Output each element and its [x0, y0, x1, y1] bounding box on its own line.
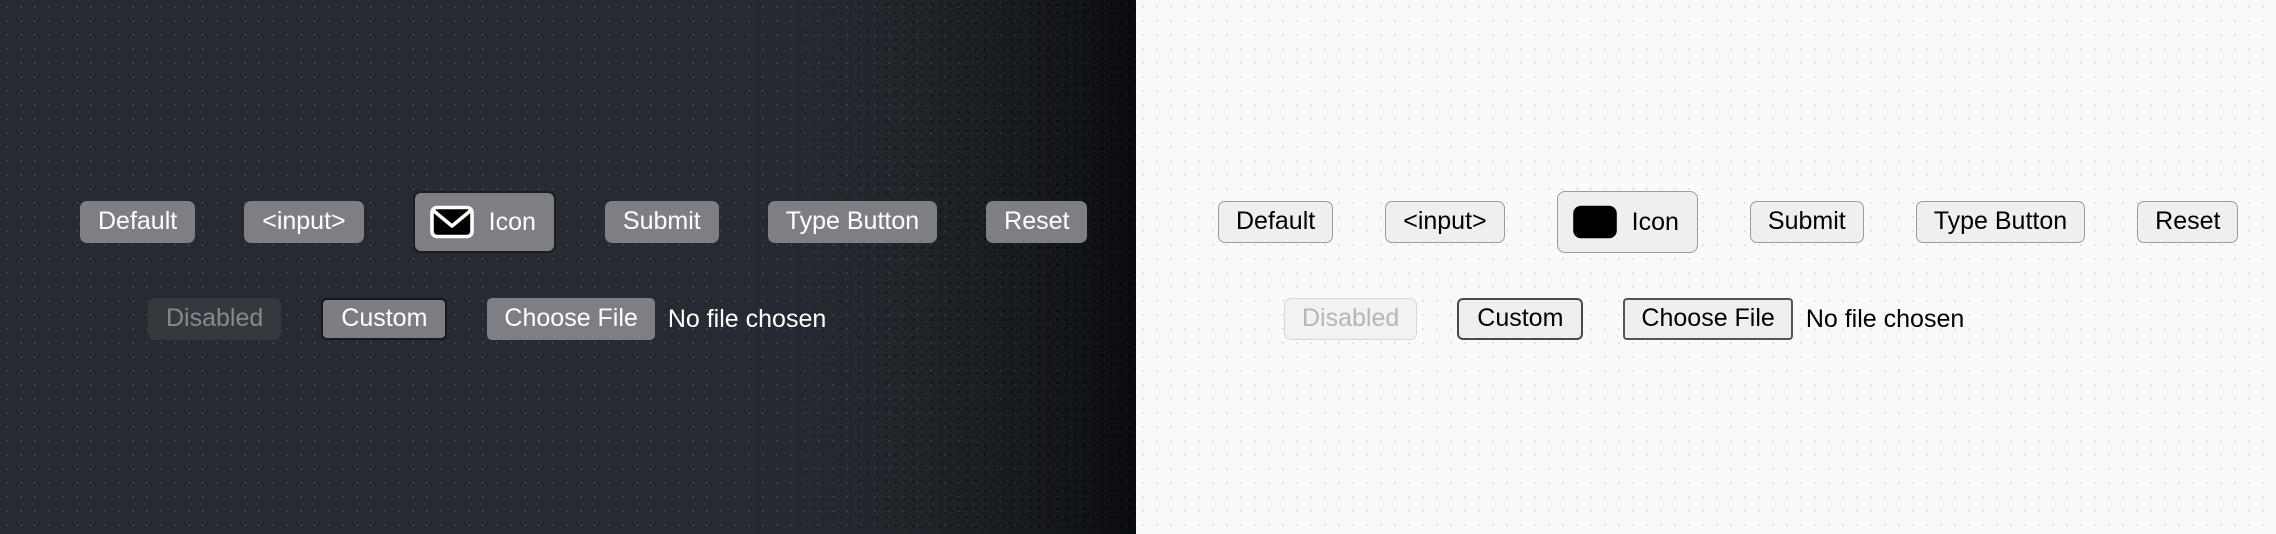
- dark-default-button[interactable]: Default: [80, 201, 196, 243]
- light-choose-file-button[interactable]: Choose File: [1623, 298, 1793, 340]
- dark-choose-file-button[interactable]: Choose File: [487, 298, 655, 340]
- light-theme-panel: Default <input> Icon Submit Type Button …: [1136, 0, 2276, 534]
- dark-icon-button[interactable]: Icon: [412, 191, 556, 253]
- dark-icon-button-label: Icon: [488, 207, 536, 236]
- dark-file-input[interactable]: Choose File No file chosen: [487, 298, 826, 340]
- light-file-status-text: No file chosen: [1805, 304, 1965, 333]
- light-type-button[interactable]: Type Button: [1915, 201, 2086, 243]
- light-button-row-primary: Default <input> Icon Submit Type Button …: [1218, 190, 2239, 254]
- dark-submit-button[interactable]: Submit: [604, 201, 719, 243]
- dark-button-row-primary: Default <input> Icon Submit Type Button …: [80, 190, 1088, 254]
- light-icon-button[interactable]: Icon: [1556, 191, 1698, 253]
- light-custom-button[interactable]: Custom: [1457, 298, 1584, 340]
- dark-input-button[interactable]: <input>: [244, 201, 364, 243]
- dark-type-button[interactable]: Type Button: [767, 201, 938, 243]
- dark-file-status-text: No file chosen: [667, 304, 827, 333]
- envelope-icon: [429, 204, 475, 240]
- light-icon-button-label: Icon: [1631, 207, 1679, 236]
- dark-theme-panel: Default <input> Icon Submit Type Button …: [0, 0, 1136, 534]
- light-disabled-button: Disabled: [1284, 298, 1418, 340]
- envelope-icon: [1572, 204, 1618, 240]
- dark-button-row-secondary: Disabled Custom Choose File No file chos…: [148, 295, 826, 343]
- light-default-button[interactable]: Default: [1218, 201, 1334, 243]
- dark-custom-button[interactable]: Custom: [321, 298, 448, 340]
- light-file-input[interactable]: Choose File No file chosen: [1623, 298, 1964, 340]
- theme-comparison-stage: Default <input> Icon Submit Type Button …: [0, 0, 2276, 534]
- light-submit-button[interactable]: Submit: [1749, 201, 1864, 243]
- light-reset-button[interactable]: Reset: [2137, 201, 2239, 243]
- light-input-button[interactable]: <input>: [1385, 201, 1505, 243]
- light-button-row-secondary: Disabled Custom Choose File No file chos…: [1284, 295, 1964, 343]
- dark-reset-button[interactable]: Reset: [986, 201, 1088, 243]
- dark-disabled-button: Disabled: [148, 298, 282, 340]
